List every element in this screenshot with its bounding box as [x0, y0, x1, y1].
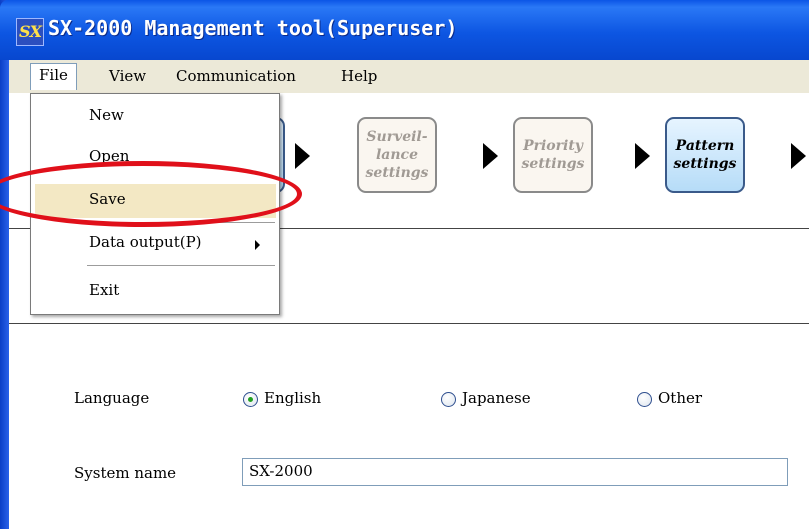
app-icon: SX	[16, 18, 44, 46]
arrow-right-icon	[791, 143, 806, 169]
step-priority-settings[interactable]: Priority settings	[513, 117, 593, 193]
menu-communication[interactable]: Communication	[176, 67, 296, 85]
step-pattern-settings[interactable]: Pattern settings	[665, 117, 745, 193]
radio-japanese-label[interactable]: Japanese	[462, 389, 531, 407]
menu-item-exit[interactable]: Exit	[89, 281, 119, 299]
menu-item-save-highlight	[35, 184, 276, 218]
system-name-input[interactable]: SX-2000	[242, 458, 788, 486]
window-frame-left	[0, 0, 9, 529]
menu-view[interactable]: View	[109, 67, 146, 85]
menu-item-data-output[interactable]: Data output(P)	[89, 233, 202, 251]
radio-other[interactable]	[637, 392, 652, 407]
arrow-right-icon	[483, 143, 498, 169]
menu-separator	[87, 265, 275, 266]
menu-file[interactable]: File	[30, 63, 77, 90]
title-bar[interactable]: SX SX-2000 Management tool(Superuser)	[0, 0, 809, 60]
step-surveillance-settings[interactable]: Surveil- lance settings	[357, 117, 437, 193]
arrow-right-icon	[635, 143, 650, 169]
window-title: SX-2000 Management tool(Superuser)	[48, 16, 458, 40]
radio-other-label[interactable]: Other	[658, 389, 702, 407]
menu-item-save[interactable]: Save	[89, 190, 126, 208]
arrow-right-icon	[295, 143, 310, 169]
file-menu-dropdown: New Open Save Data output(P) Exit	[30, 93, 280, 315]
menu-help[interactable]: Help	[341, 67, 377, 85]
menu-item-open[interactable]: Open	[89, 147, 129, 165]
language-label: Language	[74, 389, 150, 407]
submenu-arrow-icon	[255, 240, 260, 250]
system-name-label: System name	[74, 464, 177, 482]
menu-item-new[interactable]: New	[89, 106, 124, 124]
menu-separator	[87, 222, 275, 223]
menu-bar: File View Communication Help	[9, 60, 809, 93]
radio-japanese[interactable]	[441, 392, 456, 407]
radio-english-label[interactable]: English	[264, 389, 321, 407]
radio-english[interactable]	[243, 392, 258, 407]
divider	[9, 323, 809, 324]
